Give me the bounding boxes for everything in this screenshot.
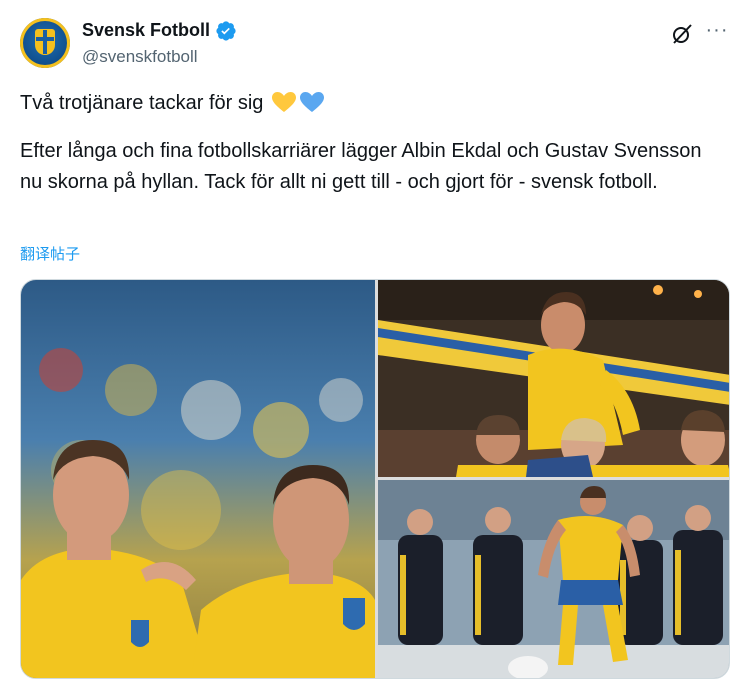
tweet-header: Svensk Fotboll @svenskfotboll ··· <box>20 18 730 74</box>
author-name-row: Svensk Fotboll <box>82 20 236 41</box>
media-grid <box>20 279 730 679</box>
yellow-heart-icon <box>272 92 296 112</box>
photo-goal-celebration[interactable] <box>378 280 729 477</box>
photo-player-bench-image <box>378 480 729 678</box>
verified-badge-icon <box>216 20 236 41</box>
author-display-name[interactable]: Svensk Fotboll <box>82 20 210 41</box>
photo-player-bench[interactable] <box>378 480 729 678</box>
more-options-icon[interactable]: ··· <box>704 20 730 46</box>
grok-icon[interactable] <box>670 22 694 46</box>
translate-post-link[interactable]: 翻译帖子 <box>20 243 80 264</box>
author-handle[interactable]: @svenskfotboll <box>82 47 198 67</box>
tweet-line-2: Efter långa och fina fotbollskarriärer l… <box>20 140 702 193</box>
avatar[interactable] <box>20 18 70 68</box>
photo-players-anthem[interactable] <box>21 280 375 678</box>
photo-players-anthem-image <box>21 280 375 678</box>
tweet-line-1: Två trotjänare tackar för sig <box>20 88 720 119</box>
photo-goal-celebration-image <box>378 280 729 477</box>
tweet-text: Två trotjänare tackar för sig Efter lång… <box>20 88 720 198</box>
blue-heart-icon <box>300 92 324 112</box>
